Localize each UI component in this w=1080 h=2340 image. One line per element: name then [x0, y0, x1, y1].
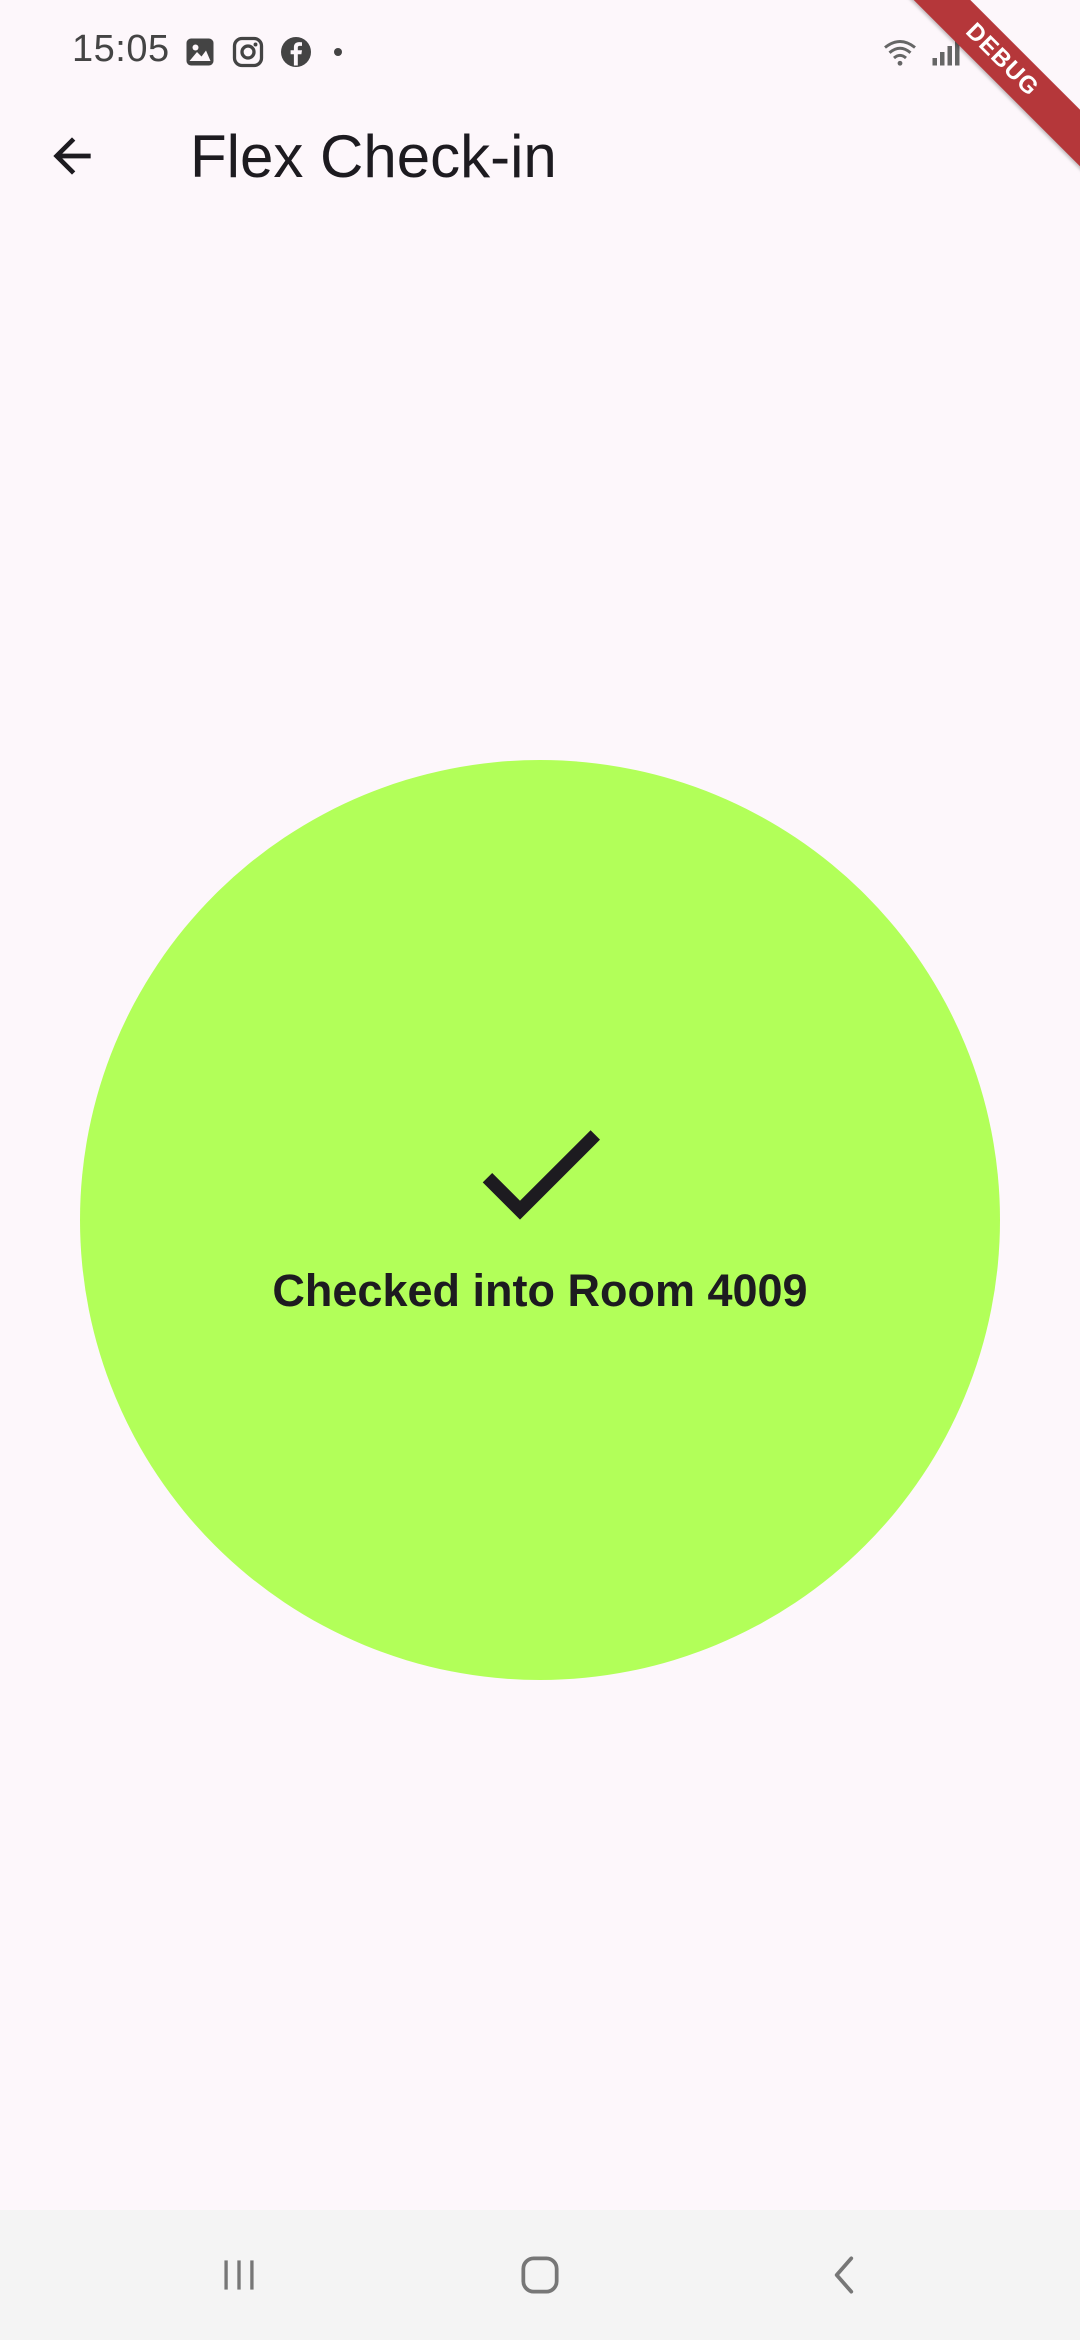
wifi-icon — [884, 40, 916, 66]
status-bar: 15:05 — [0, 0, 1080, 100]
recent-apps-icon — [224, 2260, 254, 2290]
checkin-message: Checked into Room 4009 — [272, 1265, 808, 1316]
instagram-icon — [232, 36, 264, 68]
dot-icon — [334, 48, 342, 56]
system-nav-bar — [0, 2210, 1080, 2340]
gallery-icon — [186, 38, 214, 66]
app-bar: Flex Check-in — [0, 100, 1080, 212]
checkin-success-circle: Checked into Room 4009 — [80, 760, 1000, 1680]
notification-icons — [182, 34, 350, 70]
status-time: 15:05 — [72, 28, 170, 70]
facebook-icon — [281, 37, 311, 67]
home-button[interactable] — [495, 2240, 585, 2310]
home-icon — [521, 2256, 559, 2294]
back-button[interactable] — [30, 114, 114, 198]
back-icon — [834, 2256, 854, 2294]
checkmark-icon — [482, 1130, 600, 1220]
recent-apps-button[interactable] — [194, 2240, 284, 2310]
arrow-back-icon — [53, 137, 91, 175]
system-back-button[interactable] — [800, 2240, 890, 2310]
page-title: Flex Check-in — [190, 123, 557, 190]
